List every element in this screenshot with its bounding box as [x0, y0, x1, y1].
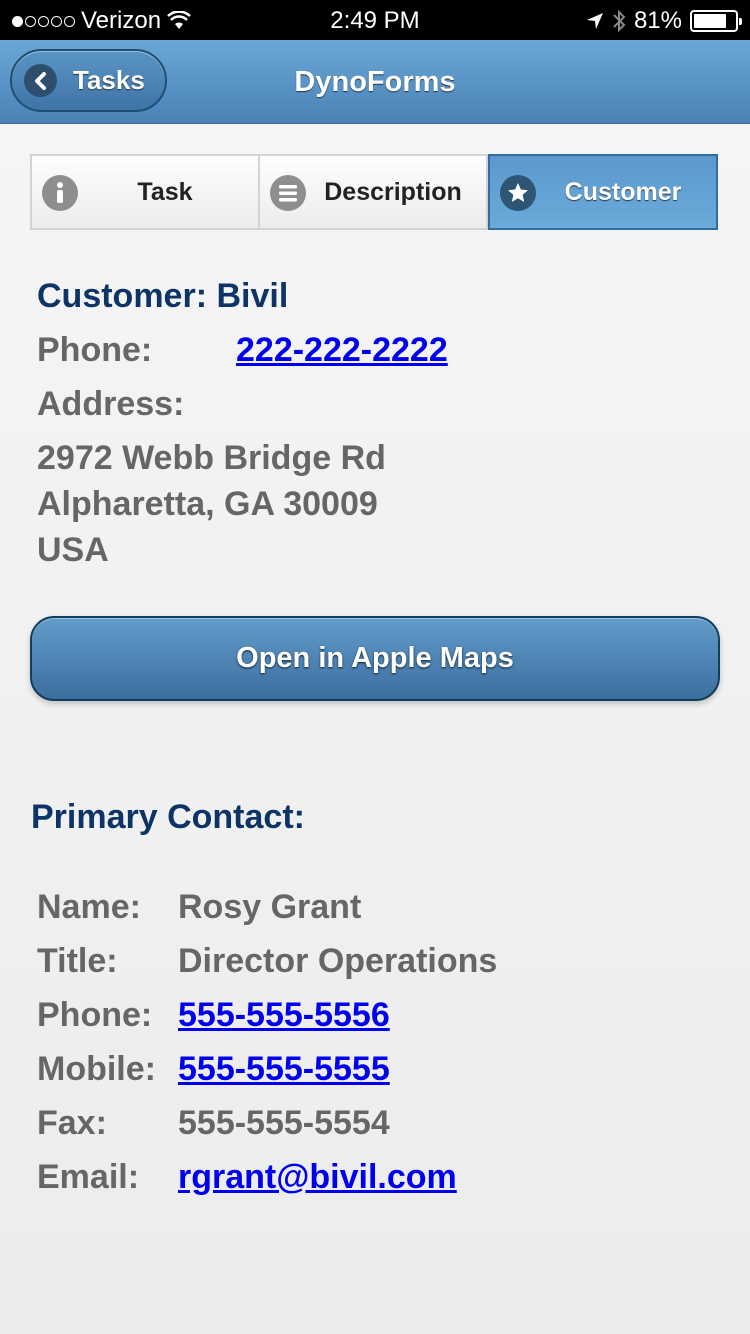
info-icon	[42, 175, 78, 211]
contact-title-label: Title:	[37, 942, 118, 980]
contact-mobile-link[interactable]: 555-555-5555	[178, 1050, 390, 1089]
page-title: DynoForms	[294, 66, 456, 98]
address-line-1: 2972 Webb Bridge Rd	[37, 439, 386, 477]
contact-mobile-label: Mobile:	[37, 1050, 156, 1088]
address-line-3: USA	[37, 531, 109, 569]
status-bar: Verizon 2:49 PM 81%	[0, 0, 750, 40]
contact-name-value: Rosy Grant	[178, 888, 362, 926]
nav-header: Tasks DynoForms	[0, 40, 750, 124]
address-label: Address:	[37, 385, 185, 423]
star-icon	[500, 175, 536, 211]
tab-customer[interactable]: Customer	[488, 154, 718, 230]
address-line-2: Alpharetta, GA 30009	[37, 485, 378, 523]
contact-title-value: Director Operations	[178, 942, 498, 980]
contact-fax-label: Fax:	[37, 1104, 107, 1142]
list-icon	[270, 175, 306, 211]
bluetooth-icon	[613, 9, 626, 33]
segmented-tabs: Task Description Customer	[30, 154, 718, 230]
open-in-apple-maps-button[interactable]: Open in Apple Maps	[30, 616, 720, 701]
battery-fill	[694, 14, 727, 28]
customer-phone-link[interactable]: 222-222-2222	[236, 331, 448, 370]
contact-fax-value: 555-555-5554	[178, 1104, 390, 1142]
phone-label: Phone:	[37, 331, 153, 369]
customer-heading: Customer: Bivil	[37, 277, 289, 315]
contact-name-label: Name:	[37, 888, 141, 926]
contact-phone-label: Phone:	[37, 996, 153, 1034]
tab-description[interactable]: Description	[260, 156, 488, 228]
tab-task[interactable]: Task	[32, 156, 260, 228]
status-right: 81%	[586, 7, 742, 35]
battery-icon	[690, 10, 742, 32]
primary-contact-heading: Primary Contact:	[31, 798, 305, 836]
contact-phone-link[interactable]: 555-555-5556	[178, 996, 390, 1035]
battery-percent: 81%	[633, 7, 682, 34]
location-arrow-icon	[586, 13, 603, 29]
contact-email-label: Email:	[37, 1158, 140, 1196]
contact-email-link[interactable]: rgrant@bivil.com	[178, 1158, 457, 1197]
